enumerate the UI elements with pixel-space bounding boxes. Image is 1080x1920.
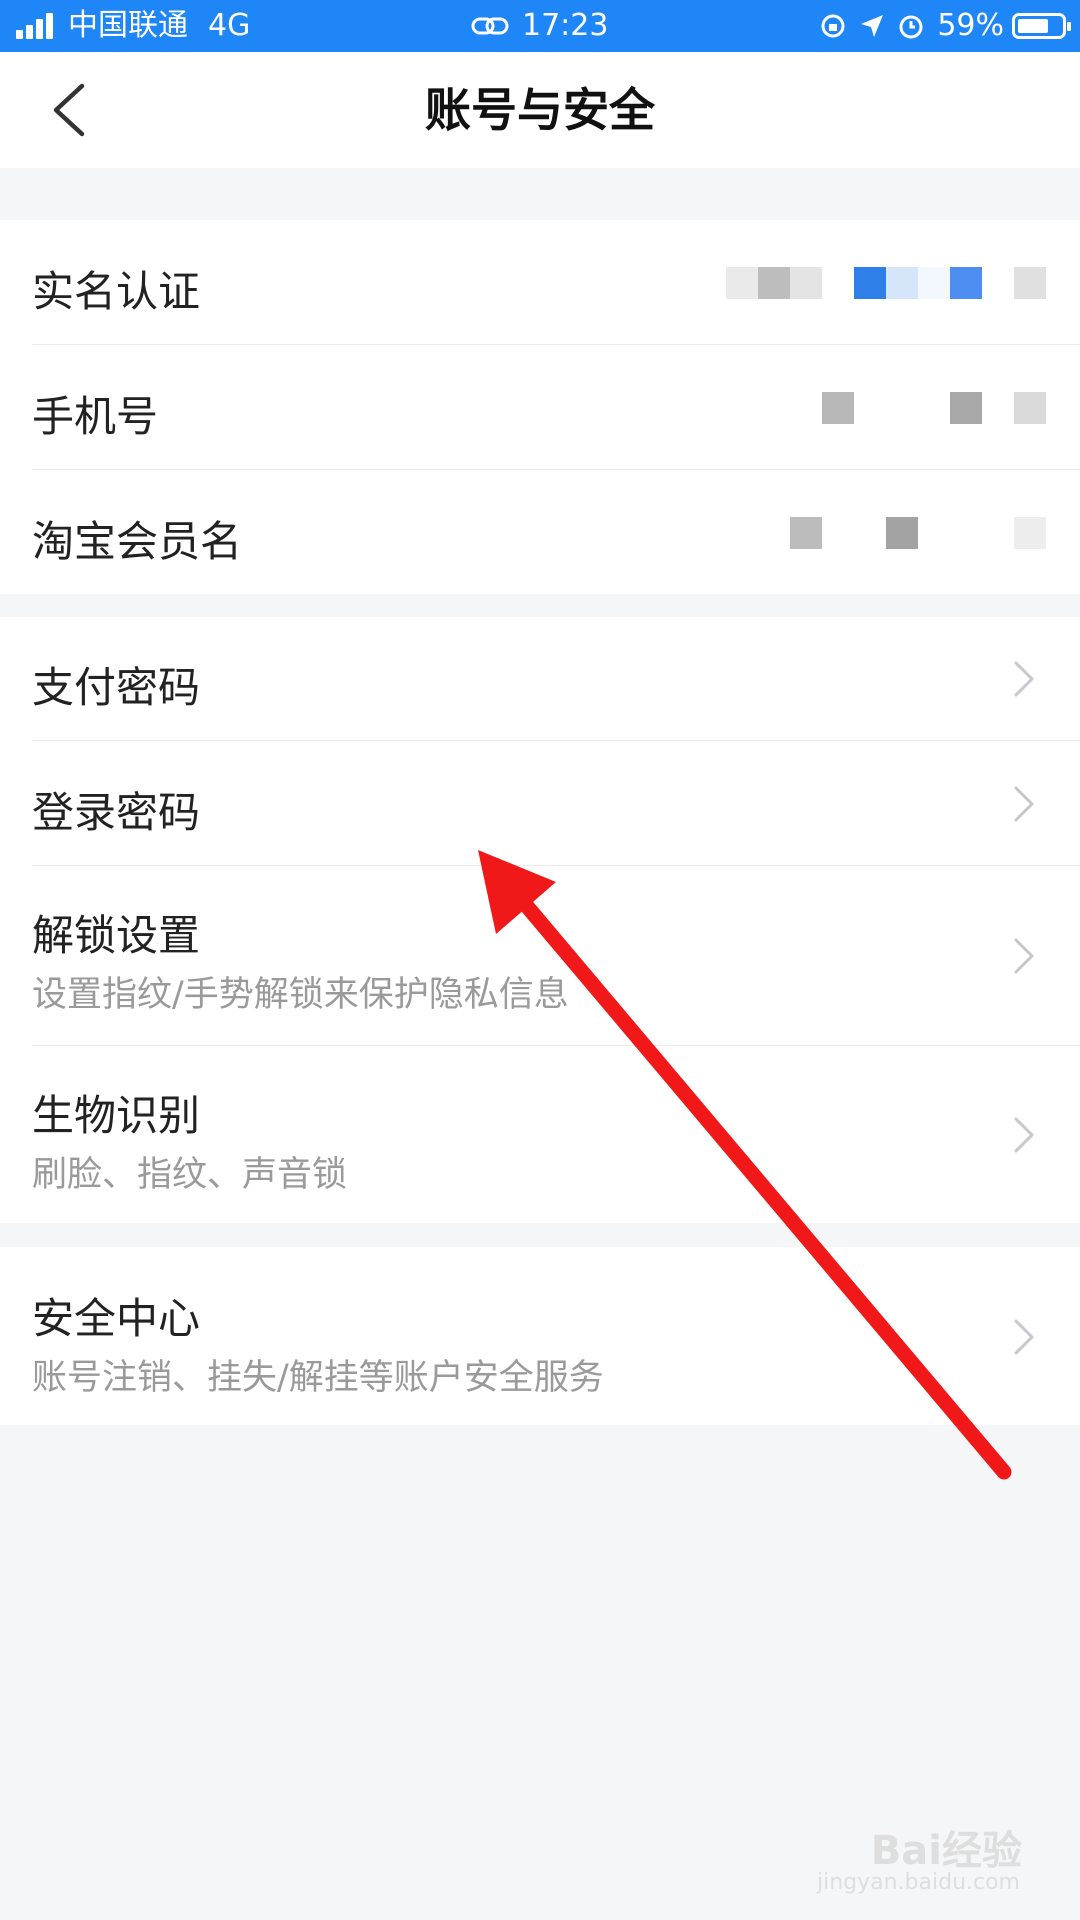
status-left: 中国联通 4G <box>16 0 270 52</box>
row-title: 生物识别 <box>32 1091 201 1140</box>
row-subtitle: 刷脸、指纹、声音锁 <box>32 1155 348 1195</box>
list-item-taobao-name[interactable]: 淘宝会员名 <box>0 470 1080 594</box>
chevron-right-icon <box>1014 938 1034 974</box>
status-bar: 中国联通 4G 17:23 59% <box>0 0 1080 52</box>
battery-percent: 59% <box>937 8 1004 43</box>
page-title: 账号与安全 <box>425 83 655 137</box>
carrier-label: 中国联通 <box>68 8 188 43</box>
list-item-security-center[interactable]: 安全中心 账号注销、挂失/解挂等账户安全服务 <box>0 1247 1080 1425</box>
watermark-url: jingyan.baidu.com <box>816 1870 1020 1895</box>
chevron-right-icon <box>1014 661 1034 697</box>
password-group: 支付密码 登录密码 解锁设置 设置指纹/手势解锁来保护隐私信息 生物识别 刷脸、… <box>0 617 1080 1223</box>
status-center: 17:23 <box>470 0 608 52</box>
row-title: 实名认证 <box>32 267 201 316</box>
row-title: 支付密码 <box>32 663 201 712</box>
time-label: 17:23 <box>522 8 609 43</box>
row-title: 登录密码 <box>32 788 201 837</box>
nav-header: 账号与安全 <box>0 52 1080 168</box>
list-item-login-password[interactable]: 登录密码 <box>0 741 1080 866</box>
rotation-lock-icon <box>821 14 845 38</box>
list-item-phone[interactable]: 手机号 <box>0 345 1080 470</box>
chevron-right-icon <box>1014 1319 1034 1355</box>
security-center-group: 安全中心 账号注销、挂失/解挂等账户安全服务 <box>0 1247 1080 1425</box>
row-title: 安全中心 <box>32 1294 201 1343</box>
list-item-real-name[interactable]: 实名认证 <box>0 220 1080 345</box>
row-subtitle: 账号注销、挂失/解挂等账户安全服务 <box>32 1358 604 1398</box>
list-item-pay-password[interactable]: 支付密码 <box>0 617 1080 741</box>
status-right: 59% <box>819 0 1071 52</box>
row-title: 淘宝会员名 <box>32 517 243 566</box>
identity-group: 实名认证 手机号 淘宝会员名 <box>0 220 1080 594</box>
list-item-biometrics[interactable]: 生物识别 刷脸、指纹、声音锁 <box>0 1046 1080 1223</box>
location-icon <box>861 15 884 37</box>
alarm-icon <box>899 15 923 39</box>
chevron-right-icon <box>1014 1117 1034 1153</box>
list-item-unlock-settings[interactable]: 解锁设置 设置指纹/手势解锁来保护隐私信息 <box>0 866 1080 1046</box>
watermark-logo: Bai经验 <box>870 1828 1022 1874</box>
battery-icon <box>1012 13 1071 39</box>
network-label: 4G <box>208 8 251 43</box>
chevron-right-icon <box>1014 786 1034 822</box>
row-title: 解锁设置 <box>32 911 201 960</box>
signal-icon <box>16 13 56 39</box>
row-subtitle: 设置指纹/手势解锁来保护隐私信息 <box>32 975 569 1015</box>
link-icon <box>471 17 509 35</box>
row-title: 手机号 <box>32 392 159 441</box>
